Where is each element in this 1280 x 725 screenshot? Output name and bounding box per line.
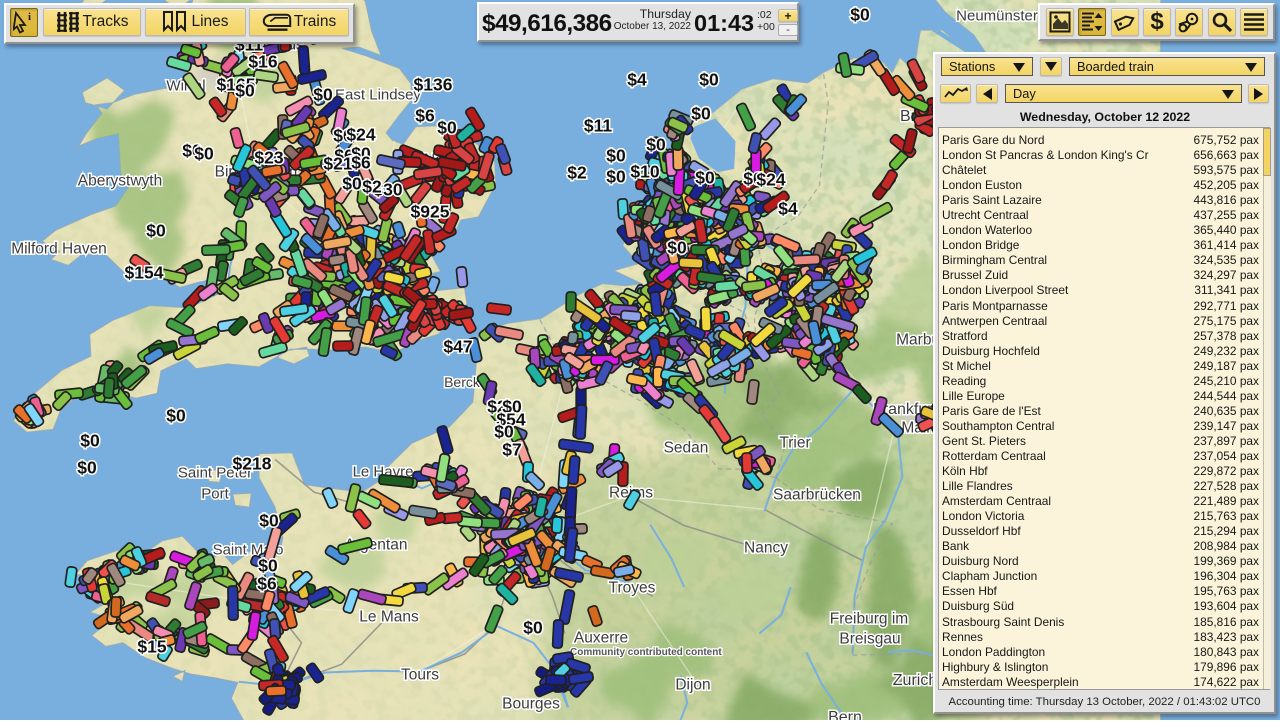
svg-text:$0: $0 xyxy=(523,617,543,637)
svg-text:$15: $15 xyxy=(137,636,166,656)
svg-text:$6: $6 xyxy=(351,152,371,172)
svg-text:Saarbrücken: Saarbrücken xyxy=(773,487,861,504)
svg-text:$: $ xyxy=(1150,10,1164,34)
svg-text:$6: $6 xyxy=(257,573,277,593)
svg-text:$0: $0 xyxy=(258,555,278,575)
svg-text:Dijon: Dijon xyxy=(675,677,710,694)
svg-text:$0: $0 xyxy=(342,173,362,193)
svg-text:$0: $0 xyxy=(850,4,870,24)
svg-text:$7: $7 xyxy=(502,439,521,459)
svg-text:$925: $925 xyxy=(411,201,450,221)
svg-text:$0: $0 xyxy=(80,430,100,450)
svg-text:$0: $0 xyxy=(437,117,457,137)
svg-text:$10: $10 xyxy=(630,161,659,181)
svg-text:Le Mans: Le Mans xyxy=(359,609,419,626)
svg-text:$0: $0 xyxy=(194,143,214,163)
svg-text:$0: $0 xyxy=(235,80,255,100)
svg-text:$23: $23 xyxy=(254,147,283,167)
svg-text:Nancy: Nancy xyxy=(744,540,788,557)
svg-text:$0: $0 xyxy=(146,220,166,240)
svg-text:$0: $0 xyxy=(259,510,279,530)
svg-text:Berck: Berck xyxy=(444,374,481,390)
svg-text:$0: $0 xyxy=(606,145,626,165)
svg-text:$0: $0 xyxy=(695,167,715,187)
svg-text:Neumünster: Neumünster xyxy=(956,7,1038,24)
svg-text:$21: $21 xyxy=(323,153,352,173)
svg-text:Community contributed content: Community contributed content xyxy=(570,647,722,658)
svg-text:$0: $0 xyxy=(166,405,186,425)
svg-text:Port: Port xyxy=(201,485,229,502)
svg-text:$11: $11 xyxy=(584,115,612,135)
svg-text:Aberystwyth: Aberystwyth xyxy=(78,173,162,190)
svg-text:Tours: Tours xyxy=(401,667,439,684)
svg-text:i: i xyxy=(28,11,31,23)
svg-text:$218: $218 xyxy=(233,453,272,473)
svg-text:Breisgau: Breisgau xyxy=(839,631,900,648)
svg-text:$0: $0 xyxy=(494,421,514,441)
svg-text:$4: $4 xyxy=(778,198,798,218)
svg-text:Freiburg im: Freiburg im xyxy=(830,611,908,628)
svg-text:$0: $0 xyxy=(667,237,687,257)
svg-text:$24: $24 xyxy=(346,124,375,144)
svg-text:$154: $154 xyxy=(125,262,164,282)
svg-text:Milford Haven: Milford Haven xyxy=(11,241,107,258)
svg-text:$136: $136 xyxy=(414,74,453,94)
svg-text:$47: $47 xyxy=(443,336,472,356)
svg-text:$0: $0 xyxy=(606,166,626,186)
svg-text:$0: $0 xyxy=(313,84,333,104)
svg-text:$0: $0 xyxy=(699,69,719,89)
svg-text:Troyes: Troyes xyxy=(609,580,656,597)
svg-text:Sedan: Sedan xyxy=(664,440,709,457)
svg-text:Zurich: Zurich xyxy=(893,672,937,689)
svg-text:$0: $0 xyxy=(691,103,711,123)
svg-text:$4: $4 xyxy=(627,69,647,89)
svg-text:$6: $6 xyxy=(415,105,435,125)
svg-text:$0: $0 xyxy=(646,134,666,154)
svg-text:$2: $2 xyxy=(362,176,382,196)
svg-text:$0: $0 xyxy=(77,457,97,477)
svg-text:Auxerre: Auxerre xyxy=(574,630,628,647)
svg-text:Bern: Bern xyxy=(828,709,862,720)
svg-text:Trier: Trier xyxy=(779,435,810,452)
svg-text:East Lindsey: East Lindsey xyxy=(335,86,421,103)
svg-text:$24: $24 xyxy=(756,169,785,189)
svg-text:Bourges: Bourges xyxy=(502,696,560,713)
svg-text:$2: $2 xyxy=(567,162,587,182)
